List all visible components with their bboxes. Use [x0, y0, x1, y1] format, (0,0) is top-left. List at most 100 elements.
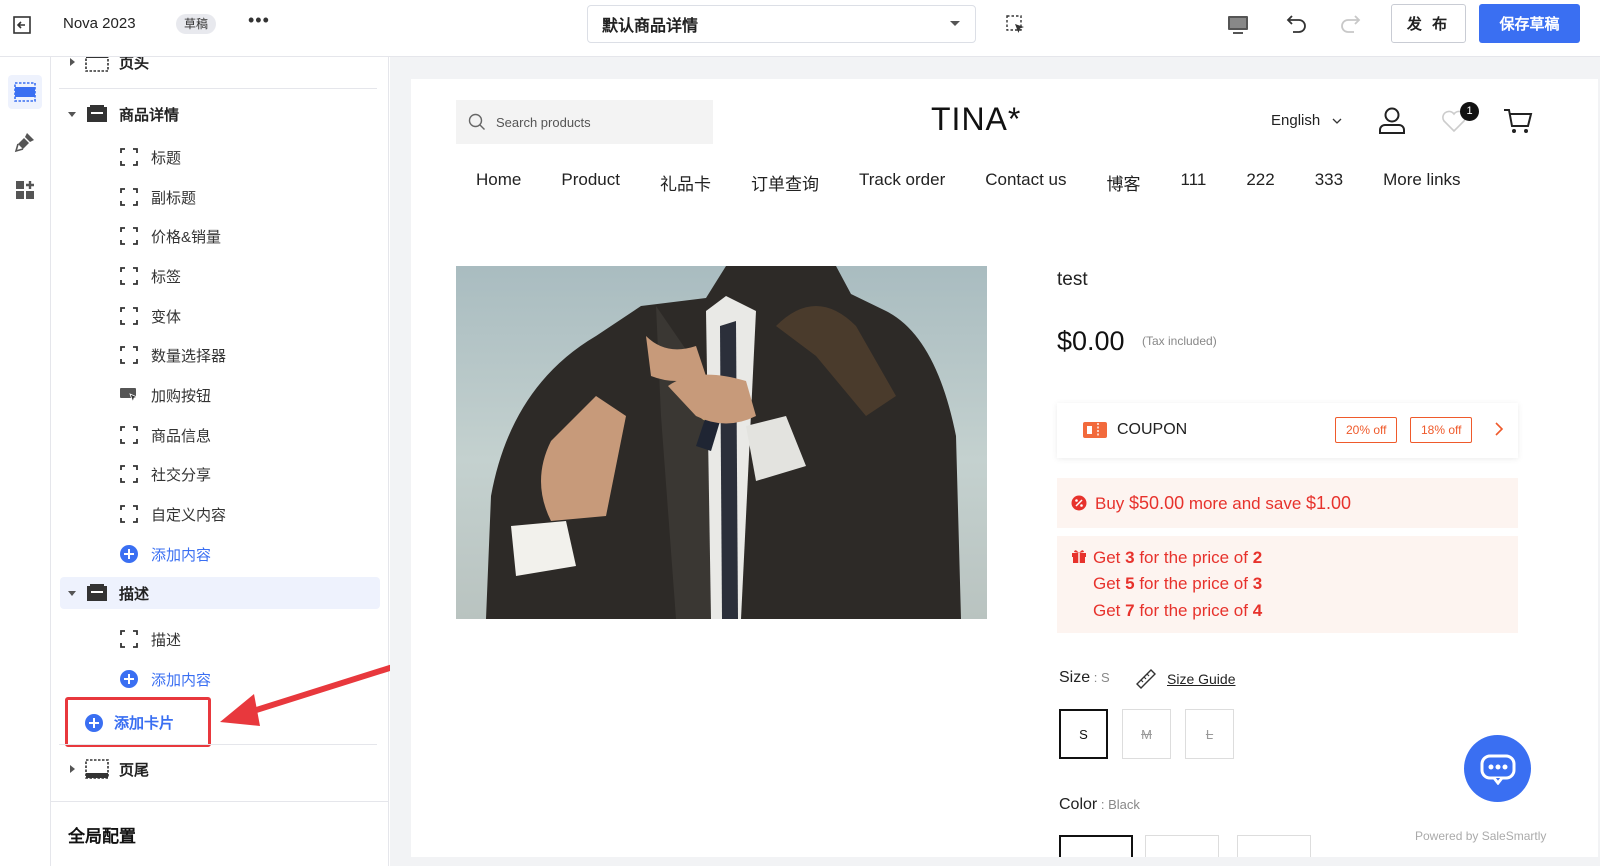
block-icon: [120, 307, 138, 325]
language-selector[interactable]: English: [1271, 112, 1342, 129]
redo-icon[interactable]: [1337, 11, 1363, 37]
search-placeholder: Search products: [496, 114, 591, 130]
cart-icon[interactable]: [1503, 106, 1533, 136]
rail-theme-style[interactable]: [8, 125, 42, 159]
tree-block-custom-content[interactable]: 自定义内容: [51, 498, 381, 530]
left-icon-rail: [0, 57, 51, 866]
theme-name: Nova 2023: [63, 15, 136, 32]
annotation-arrow: [220, 663, 399, 726]
size-option-l[interactable]: L: [1185, 709, 1234, 759]
nav-link[interactable]: 222: [1246, 170, 1274, 195]
tree-description-section[interactable]: 描述: [60, 577, 380, 609]
ruler-icon: [1136, 669, 1156, 689]
store-logo[interactable]: TINA*: [931, 101, 1021, 138]
tree-block-product-info[interactable]: 商品信息: [51, 419, 381, 451]
size-guide-link[interactable]: Size Guide: [1135, 668, 1235, 690]
desktop-preview-icon[interactable]: [1226, 13, 1250, 37]
size-guide-label: Size Guide: [1167, 671, 1236, 687]
save-draft-button[interactable]: 保存草稿: [1479, 4, 1580, 43]
tree-block-label: 变体: [151, 308, 182, 326]
section-icon: [87, 584, 107, 601]
exit-editor-icon[interactable]: [10, 12, 36, 38]
discount-badge-icon: [1071, 495, 1087, 511]
nav-link[interactable]: 333: [1315, 170, 1343, 195]
tree-product-section[interactable]: 商品详情: [51, 98, 381, 130]
tree-block-label: 数量选择器: [151, 347, 227, 365]
tree-block-title[interactable]: 标题: [51, 141, 381, 173]
color-option[interactable]: [1237, 835, 1311, 857]
caret-down-icon: [68, 112, 76, 117]
nav-link[interactable]: Track order: [859, 170, 945, 195]
coupon-tag: 20% off: [1335, 417, 1398, 443]
tree-block-variants[interactable]: 变体: [51, 300, 381, 332]
rail-apps[interactable]: [8, 173, 42, 207]
nav-link[interactable]: Contact us: [985, 170, 1066, 195]
product-photo-illustration: [486, 266, 961, 619]
tree-block-label: 社交分享: [151, 466, 212, 484]
tree-block-tags[interactable]: 标签: [51, 260, 381, 292]
page-template-select[interactable]: 默认商品详情: [587, 5, 976, 43]
spend-more-promo: Buy $50.00 more and save $1.00: [1057, 478, 1518, 528]
store-main-nav: Home Product 礼品卡 订单查询 Track order Contac…: [476, 170, 1501, 195]
tree-header-label: 页头: [119, 57, 150, 72]
coupon-bar[interactable]: COUPON 20% off 18% off: [1057, 403, 1518, 458]
plus-circle-icon: [120, 545, 138, 563]
draft-badge: 草稿: [176, 14, 217, 34]
size-option-m[interactable]: M: [1122, 709, 1171, 759]
language-value: English: [1271, 112, 1321, 129]
powered-by-text: Powered by SaleSmartly: [1415, 829, 1547, 843]
caret-right-icon: [70, 765, 75, 773]
store-search-input[interactable]: Search products: [456, 100, 713, 144]
rail-sections[interactable]: [8, 75, 42, 109]
tree-block-add-to-cart[interactable]: 加购按钮: [51, 379, 381, 411]
top-bar: Nova 2023 草稿 ••• 默认商品详情 发 布 保存草稿: [0, 0, 1600, 57]
add-content-button[interactable]: 添加内容: [51, 538, 381, 570]
tree-block-label: 标题: [151, 149, 182, 167]
more-options-icon[interactable]: •••: [248, 10, 270, 31]
color-option[interactable]: [1059, 835, 1133, 857]
tree-block-label: 自定义内容: [151, 506, 227, 524]
bundle-line: Get 5 for the price of 3: [1093, 574, 1263, 593]
chat-widget-button[interactable]: [1464, 735, 1531, 802]
nav-link[interactable]: Product: [561, 170, 620, 195]
block-icon: [120, 505, 138, 523]
tree-footer-section[interactable]: 页尾: [51, 753, 381, 785]
nav-link[interactable]: Home: [476, 170, 521, 195]
tree-block-description[interactable]: 描述: [51, 623, 381, 655]
global-config-heading[interactable]: 全局配置: [68, 822, 136, 847]
color-option[interactable]: [1145, 835, 1219, 857]
element-select-icon[interactable]: [1005, 14, 1027, 36]
add-card-label: 添加卡片: [114, 715, 175, 732]
publish-button[interactable]: 发 布: [1391, 4, 1466, 43]
tree-block-label: 加购按钮: [151, 387, 212, 405]
tree-block-price-sales[interactable]: 价格&销量: [51, 220, 381, 252]
nav-link[interactable]: 111: [1181, 170, 1207, 195]
tree-block-subtitle[interactable]: 副标题: [51, 181, 381, 213]
tree-block-label: 商品信息: [151, 427, 212, 445]
tree-header-section[interactable]: 页头: [51, 57, 381, 78]
nav-link[interactable]: 礼品卡: [660, 170, 711, 195]
tree-block-label: 价格&销量: [151, 228, 222, 246]
brush-icon: [14, 133, 34, 153]
nav-link[interactable]: 订单查询: [751, 170, 819, 195]
store-preview: Search products TINA* English 1 Home Pro…: [411, 79, 1598, 857]
color-label: Color : Black: [1059, 796, 1140, 813]
plus-circle-icon: [85, 713, 103, 732]
tree-block-quantity[interactable]: 数量选择器: [51, 339, 381, 371]
size-option-s[interactable]: S: [1059, 709, 1108, 759]
chevron-right-icon: [1495, 422, 1504, 436]
nav-link[interactable]: 博客: [1107, 170, 1141, 195]
nav-link[interactable]: More links: [1383, 170, 1460, 195]
add-card-button[interactable]: 添加卡片: [84, 712, 174, 733]
block-icon: [120, 426, 138, 444]
chat-bubble-icon: [1480, 754, 1515, 785]
tree-block-social-share[interactable]: 社交分享: [51, 458, 381, 490]
tree-block-label: 描述: [151, 631, 182, 649]
block-icon: [120, 188, 138, 206]
undo-icon[interactable]: [1284, 11, 1310, 37]
add-content-label: 添加内容: [151, 546, 212, 564]
block-icon: [120, 227, 138, 245]
account-icon[interactable]: [1377, 105, 1407, 135]
product-image[interactable]: [456, 266, 987, 619]
plus-circle-icon: [120, 670, 138, 688]
